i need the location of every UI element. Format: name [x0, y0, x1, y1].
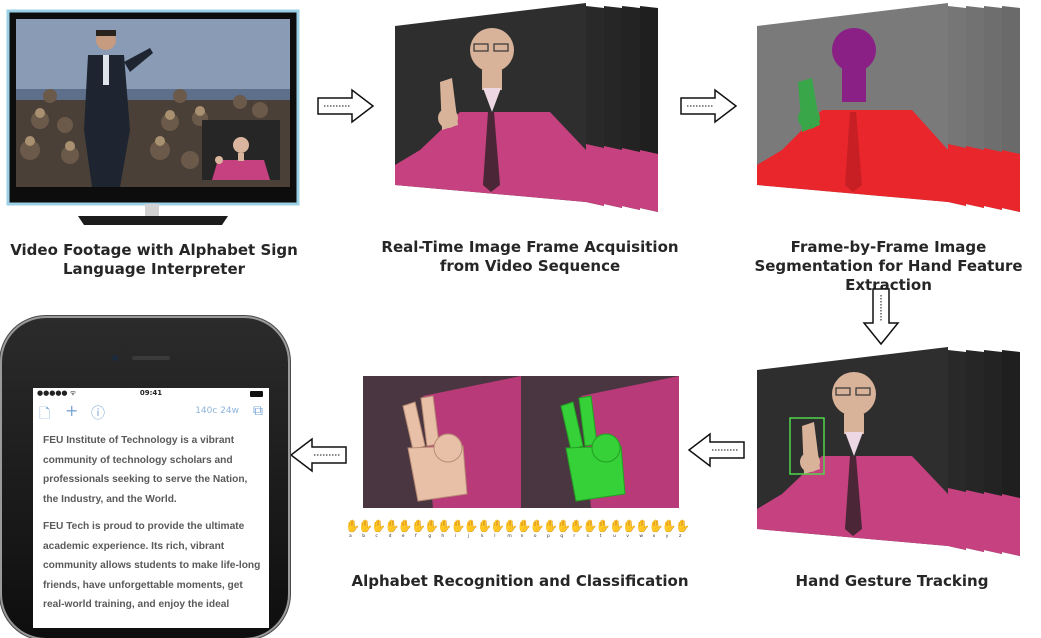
sign-letter: b: [362, 534, 366, 539]
file-icon[interactable]: 🗋: [39, 403, 50, 427]
sign-letter: m: [507, 534, 512, 539]
sign-letter: w: [639, 534, 644, 539]
sign-hand-icon: ✋: [675, 519, 690, 533]
sign-letter: k: [481, 534, 484, 539]
sign-letter: c: [375, 534, 378, 539]
sign-letter: f: [415, 534, 417, 539]
sign-letter: i: [454, 534, 456, 539]
sign-letter: j: [467, 534, 470, 539]
sign-letter: e: [401, 534, 405, 539]
phone-camera: [112, 355, 118, 361]
tv-caption: Video Footage with Alphabet Sign Languag…: [10, 241, 298, 278]
frame-stack-acquisition: [395, 3, 658, 212]
alphabet-strip: ✋ a ✋ b ✋ c ✋ d ✋ e ✋ f ✋ g ✋ h ✋ i ✋ j ✋ k ✋ l ✋ m ✋ n ✋ o ✋ p ✋ q ✋ r ✋ s ✋ t…: [345, 519, 695, 541]
battery-icon: [250, 391, 263, 397]
tracking-caption: Hand Gesture Tracking: [795, 572, 989, 590]
sign-letter: n: [520, 534, 524, 539]
word-count: 140c 24w: [195, 406, 239, 416]
arrow-left-1: [687, 432, 745, 468]
sign-letter: q: [560, 534, 564, 539]
sign-letter: a: [349, 534, 352, 539]
arrow-left-2: [289, 437, 347, 473]
hand-comparison: [363, 376, 679, 508]
info-icon[interactable]: ⓘ: [91, 403, 105, 423]
share-icon[interactable]: ⧉: [253, 403, 263, 419]
add-icon[interactable]: +: [65, 401, 78, 420]
sign-letter: g: [428, 534, 432, 539]
sign-letter: t: [599, 534, 602, 539]
sign-letter: s: [586, 534, 589, 539]
editor-toolbar: 🗋 + ⓘ 140c 24w ⧉: [33, 401, 269, 423]
phone-speaker: [132, 356, 170, 360]
arrow-down: [862, 288, 900, 346]
phone-screen: ●●●●● ᯤ 09:41 🗋 + ⓘ 140c 24w ⧉ FEU Insti…: [33, 388, 269, 628]
sign-letter: z: [679, 534, 682, 539]
sign-letter: r: [573, 534, 576, 539]
paragraph-2: FEU Tech is proud to provide the ultimat…: [43, 521, 261, 610]
frame-stack-tracking: [757, 347, 1020, 556]
sign-letter: u: [613, 534, 616, 539]
paragraph-1: FEU Institute of Technology is a vibrant…: [43, 435, 248, 505]
sign-letter: p: [547, 534, 550, 539]
sign-letter: l: [494, 534, 496, 539]
status-bar: ●●●●● ᯤ 09:41: [33, 388, 269, 400]
sign-letter: x: [652, 534, 656, 539]
recognition-caption: Alphabet Recognition and Classification: [351, 572, 689, 590]
arrow-right-1: [317, 88, 375, 124]
sign-letter: d: [388, 534, 392, 539]
acquisition-caption: Real-Time Image Frame Acquisition from V…: [381, 238, 679, 275]
sign-letter: o: [533, 534, 537, 539]
sign-letter: y: [665, 534, 669, 539]
tv-illustration: [6, 9, 300, 225]
sign-letter: h: [441, 534, 445, 539]
frame-stack-segmentation: [757, 3, 1020, 212]
arrow-right-2: [680, 88, 738, 124]
sign-letter: v: [626, 534, 629, 539]
status-time: 09:41: [139, 389, 163, 397]
